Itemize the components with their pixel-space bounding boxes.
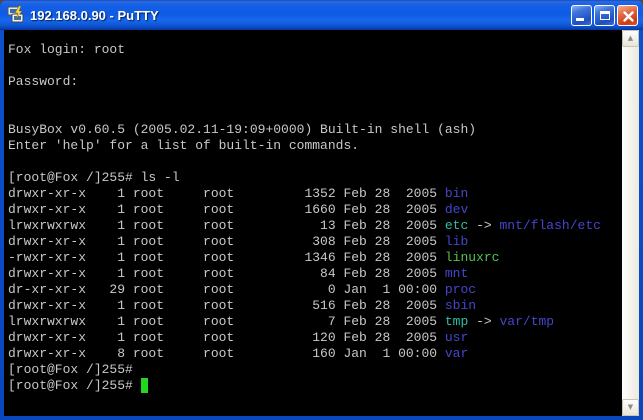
terminal-text: -rwxr-xr-x 1 root root 1346 Feb 28 2005 xyxy=(8,250,445,265)
terminal-line: drwxr-xr-x 1 root root 516 Feb 28 2005 s… xyxy=(8,298,622,314)
terminal-line: dr-xr-xr-x 29 root root 0 Jan 1 00:00 pr… xyxy=(8,282,622,298)
terminal-line: -rwxr-xr-x 1 root root 1346 Feb 28 2005 … xyxy=(8,250,622,266)
scroll-down-button[interactable]: ▼ xyxy=(622,399,639,416)
terminal-text: [root@Fox /]255# ls -l xyxy=(8,170,180,185)
terminal-line: Password: xyxy=(8,74,622,90)
terminal-line xyxy=(8,58,622,74)
terminal-text: Enter 'help' for a list of built-in comm… xyxy=(8,138,359,153)
terminal-line: drwxr-xr-x 1 root root 308 Feb 28 2005 l… xyxy=(8,234,622,250)
terminal-text: drwxr-xr-x 1 root root 1352 Feb 28 2005 xyxy=(8,186,445,201)
terminal-text: linuxrc xyxy=(445,250,500,265)
close-icon xyxy=(622,10,635,23)
scroll-up-button[interactable]: ▲ xyxy=(622,30,639,47)
terminal-line: drwxr-xr-x 1 root root 120 Feb 28 2005 u… xyxy=(8,330,622,346)
terminal-text: proc xyxy=(445,282,476,297)
chevron-down-icon: ▼ xyxy=(628,404,633,411)
maximize-icon xyxy=(600,11,610,20)
chevron-up-icon: ▲ xyxy=(628,35,633,42)
terminal-line: drwxr-xr-x 1 root root 1660 Feb 28 2005 … xyxy=(8,202,622,218)
terminal-line xyxy=(8,106,622,122)
terminal-line xyxy=(8,154,622,170)
minimize-button[interactable] xyxy=(571,5,592,26)
terminal-output: Fox login: root Password: BusyBox v0.60.5 … xyxy=(4,30,622,416)
terminal-line: [root@Fox /]255# ls -l xyxy=(8,170,622,186)
close-button[interactable] xyxy=(617,5,638,26)
terminal-text: dr-xr-xr-x 29 root root 0 Jan 1 00:00 xyxy=(8,282,445,297)
terminal-line: lrwxrwxrwx 1 root root 7 Feb 28 2005 tmp… xyxy=(8,314,622,330)
terminal-line: drwxr-xr-x 8 root root 160 Jan 1 00:00 v… xyxy=(8,346,622,362)
terminal-text: drwxr-xr-x 1 root root 1660 Feb 28 2005 xyxy=(8,202,445,217)
terminal-text: mnt/flash/etc xyxy=(500,218,601,233)
terminal-line: [root@Fox /]255# xyxy=(8,378,622,394)
terminal-text: drwxr-xr-x 8 root root 160 Jan 1 00:00 xyxy=(8,346,445,361)
terminal-line: [root@Fox /]255# xyxy=(8,362,622,378)
terminal-text: tmp xyxy=(445,314,468,329)
terminal-text: etc xyxy=(445,218,468,233)
putty-window: 192.168.0.90 - PuTTY Fox login: root Pass… xyxy=(0,0,643,420)
window-title: 192.168.0.90 - PuTTY xyxy=(30,8,569,23)
terminal-text: var xyxy=(445,346,468,361)
terminal-line: lrwxrwxrwx 1 root root 13 Feb 28 2005 et… xyxy=(8,218,622,234)
terminal-text: bin xyxy=(445,186,468,201)
terminal-line: Fox login: root xyxy=(8,42,622,58)
maximize-button[interactable] xyxy=(594,5,615,26)
terminal-text: [root@Fox /]255# xyxy=(8,378,141,393)
scrollbar[interactable]: ▲ ▼ xyxy=(622,30,639,416)
terminal-text: lrwxrwxrwx 1 root root 7 Feb 28 2005 xyxy=(8,314,445,329)
terminal-text: drwxr-xr-x 1 root root 120 Feb 28 2005 xyxy=(8,330,445,345)
terminal-text: dev xyxy=(445,202,468,217)
terminal-text: mnt xyxy=(445,266,468,281)
terminal-text: usr xyxy=(445,330,468,345)
terminal-text: drwxr-xr-x 1 root root 84 Feb 28 2005 xyxy=(8,266,445,281)
terminal-text: sbin xyxy=(445,298,476,313)
terminal-line: BusyBox v0.60.5 (2005.02.11-19:09+0000) … xyxy=(8,122,622,138)
terminal-text: Password: xyxy=(8,74,78,89)
terminal-cursor xyxy=(141,378,149,393)
terminal-text: BusyBox v0.60.5 (2005.02.11-19:09+0000) … xyxy=(8,122,476,137)
terminal-line xyxy=(8,90,622,106)
terminal-line: drwxr-xr-x 1 root root 84 Feb 28 2005 mn… xyxy=(8,266,622,282)
terminal-text: lib xyxy=(445,234,468,249)
terminal-line: drwxr-xr-x 1 root root 1352 Feb 28 2005 … xyxy=(8,186,622,202)
terminal-line: Enter 'help' for a list of built-in comm… xyxy=(8,138,622,154)
terminal-text: var/tmp xyxy=(500,314,555,329)
scrollbar-track[interactable] xyxy=(622,47,639,399)
terminal-text: [root@Fox /]255# xyxy=(8,362,133,377)
terminal-text: Fox login: root xyxy=(8,42,125,57)
terminal-area[interactable]: Fox login: root Password: BusyBox v0.60.5 … xyxy=(4,30,639,416)
terminal-text: -> xyxy=(468,218,499,233)
window-controls xyxy=(569,5,638,26)
terminal-text: drwxr-xr-x 1 root root 516 Feb 28 2005 xyxy=(8,298,445,313)
terminal-text: -> xyxy=(468,314,499,329)
terminal-text: drwxr-xr-x 1 root root 308 Feb 28 2005 xyxy=(8,234,445,249)
putty-icon xyxy=(6,5,26,25)
minimize-icon xyxy=(576,18,584,21)
titlebar[interactable]: 192.168.0.90 - PuTTY xyxy=(0,0,643,30)
terminal-text: lrwxrwxrwx 1 root root 13 Feb 28 2005 xyxy=(8,218,445,233)
